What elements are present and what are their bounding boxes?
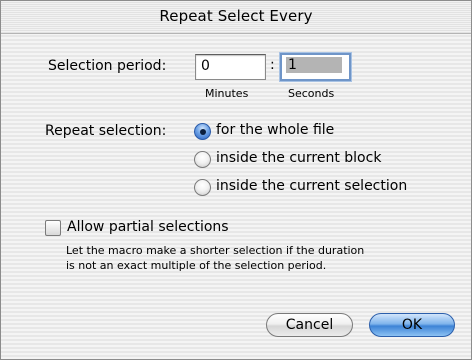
selection-period-label: Selection period: [48, 58, 167, 74]
time-separator: : [270, 57, 275, 73]
seconds-field[interactable]: 1 [280, 53, 351, 81]
radio-whole-file-label: for the whole file [216, 122, 335, 138]
repeat-select-dialog: Repeat Select Every Selection period: 0 … [0, 0, 472, 360]
minutes-value: 0 [201, 58, 210, 74]
radio-current-selection-label: inside the current selection [216, 178, 408, 194]
radio-button-checked[interactable] [194, 123, 211, 140]
window-title: Repeat Select Every [159, 7, 313, 25]
radio-button[interactable] [194, 179, 211, 196]
partial-help-line-2: is not an exact multiple of the selectio… [66, 259, 327, 272]
allow-partial-label[interactable]: Allow partial selections [67, 219, 229, 235]
radio-current-block-label: inside the current block [216, 150, 382, 166]
seconds-caption: Seconds [288, 87, 335, 100]
radio-button[interactable] [194, 151, 211, 168]
allow-partial-checkbox[interactable] [45, 220, 61, 236]
ok-button[interactable]: OK [369, 313, 455, 337]
minutes-field[interactable]: 0 [195, 54, 266, 80]
seconds-value: 1 [286, 57, 342, 73]
minutes-caption: Minutes [205, 87, 249, 100]
cancel-button[interactable]: Cancel [266, 313, 353, 337]
title-bar[interactable]: Repeat Select Every [1, 1, 471, 34]
repeat-selection-label: Repeat selection: [45, 123, 167, 139]
partial-help-line-1: Let the macro make a shorter selection i… [66, 244, 365, 257]
